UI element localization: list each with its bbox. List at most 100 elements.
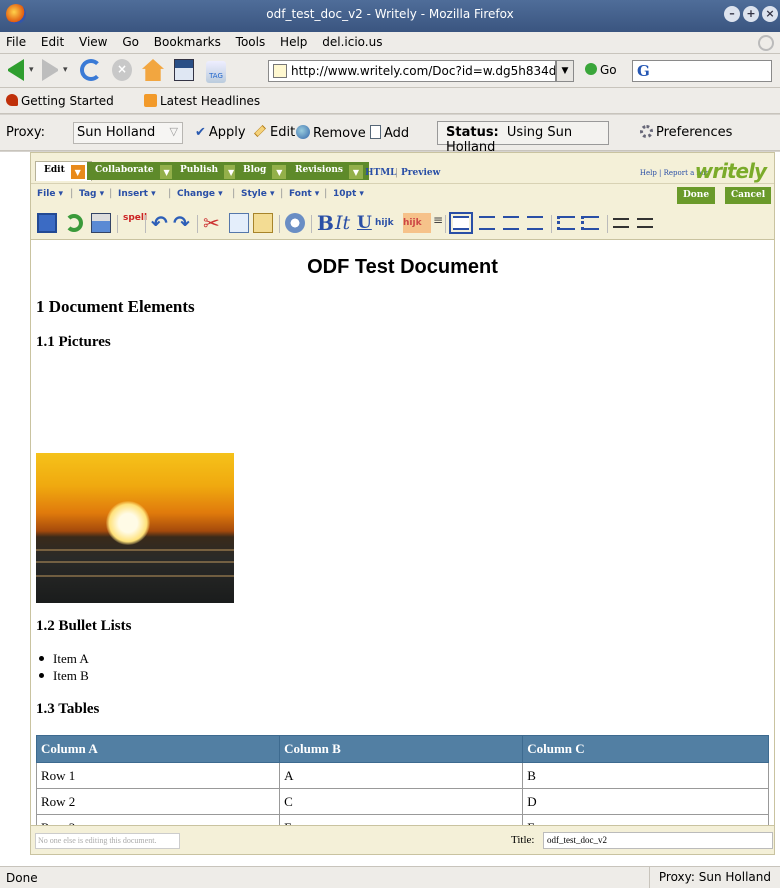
tab-label: Edit: [44, 165, 65, 175]
tab-blog[interactable]: Blog ▼: [235, 162, 293, 180]
bullet-list-icon[interactable]: [581, 216, 599, 230]
search-input[interactable]: G: [632, 60, 772, 82]
menu-file[interactable]: File ▾: [37, 189, 63, 199]
done-button[interactable]: Done: [677, 187, 716, 204]
bullet-list: Item A Item B: [39, 650, 89, 684]
bold-icon[interactable]: B: [317, 213, 337, 233]
bookmark-icon: [6, 94, 18, 106]
writely-footer: No one else is editing this document. Ti…: [30, 825, 775, 855]
italic-icon[interactable]: It: [335, 213, 355, 233]
heading-tables: 1.3 Tables: [36, 701, 100, 717]
table-header: Column B: [279, 735, 524, 763]
menu-delicious[interactable]: del.icio.us: [316, 32, 387, 49]
back-dropdown-icon[interactable]: ▾: [29, 65, 34, 87]
bookmark-latest-headlines[interactable]: Latest Headlines: [144, 94, 260, 108]
align-left-icon[interactable]: [449, 212, 473, 234]
align-right-icon[interactable]: [503, 216, 519, 230]
apply-button[interactable]: ✔ Apply: [195, 125, 246, 140]
highlight-color-icon[interactable]: hijk: [403, 213, 431, 233]
refresh-icon[interactable]: [65, 214, 83, 232]
tab-publish[interactable]: Publish ▼: [172, 162, 245, 180]
help-link[interactable]: Help: [640, 169, 657, 177]
status-label: Status:: [446, 125, 499, 140]
proxy-status[interactable]: Proxy: Sun Holland: [648, 867, 780, 888]
redo-icon[interactable]: ↷: [173, 213, 193, 233]
add-label: Add: [384, 126, 410, 141]
tab-revisions[interactable]: Revisions ▼: [287, 162, 369, 180]
toolbar-separator: [311, 215, 312, 233]
table-row: Row 2 C D: [35, 788, 769, 815]
menu-view[interactable]: View: [73, 32, 112, 49]
table-cell: Row 1: [35, 762, 281, 789]
bookmark-getting-started[interactable]: Getting Started: [6, 94, 114, 108]
gears-icon: [640, 125, 653, 138]
document-title-input[interactable]: odf_test_doc_v2: [543, 832, 773, 849]
url-input[interactable]: http://www.writely.com/Doc?id=w.dg5h834d…: [268, 60, 556, 82]
menu-file[interactable]: File: [0, 32, 31, 49]
menu-style[interactable]: Style ▾: [241, 189, 275, 199]
reload-icon[interactable]: [80, 59, 102, 81]
new-window-icon[interactable]: [174, 59, 194, 81]
menu-go[interactable]: Go: [116, 32, 144, 49]
url-dropdown-icon[interactable]: ▼: [556, 60, 574, 82]
forward-arrow-icon[interactable]: [42, 59, 58, 81]
back-arrow-icon[interactable]: [8, 59, 24, 81]
preview-link[interactable]: Preview: [401, 168, 440, 178]
copy-icon[interactable]: [229, 213, 249, 233]
menu-insert[interactable]: Insert ▾: [118, 189, 156, 199]
tag-button[interactable]: TAG: [206, 61, 226, 83]
status-text: Done: [6, 871, 38, 885]
menu-help[interactable]: Help: [274, 32, 312, 49]
underline-icon[interactable]: U: [357, 213, 377, 233]
document-editor[interactable]: ODF Test Document 1 Document Elements 1.…: [30, 240, 775, 841]
remove-button[interactable]: Remove: [296, 125, 366, 141]
maximize-icon[interactable]: +: [743, 6, 759, 22]
save-icon[interactable]: [37, 213, 57, 233]
heading-pictures: 1.1 Pictures: [36, 334, 111, 350]
menu-font-size[interactable]: 10pt ▾: [333, 189, 364, 199]
indent-icon[interactable]: [637, 218, 653, 228]
insert-link-icon[interactable]: [285, 213, 305, 233]
undo-icon[interactable]: ↶: [151, 213, 171, 233]
cut-icon[interactable]: ✂: [203, 213, 223, 233]
document-icon: [370, 125, 381, 139]
menu-edit[interactable]: Edit: [35, 32, 69, 49]
text-color-icon[interactable]: hijk: [375, 213, 403, 233]
print-icon[interactable]: [91, 213, 111, 233]
menubar: File Edit View Go Bookmarks Tools Help d…: [0, 32, 780, 54]
toolbar-separator: [145, 215, 146, 233]
bookmark-label: Getting Started: [21, 94, 114, 108]
home-icon[interactable]: [142, 59, 164, 81]
minimize-icon[interactable]: –: [724, 6, 740, 22]
color-dropdown-icon[interactable]: ≡: [433, 213, 453, 233]
cancel-button[interactable]: Cancel: [725, 187, 772, 204]
menu-tools[interactable]: Tools: [230, 32, 271, 49]
add-button[interactable]: Add: [370, 125, 409, 141]
tab-collaborate[interactable]: Collaborate ▼: [87, 162, 180, 180]
menu-change[interactable]: Change ▾: [177, 189, 223, 199]
menu-separator: |: [168, 188, 172, 199]
go-button[interactable]: Go: [585, 63, 617, 77]
align-center-icon[interactable]: [479, 216, 495, 230]
proxy-select[interactable]: Sun Holland ▽: [73, 122, 183, 144]
forward-dropdown-icon[interactable]: ▾: [63, 65, 68, 87]
stop-icon[interactable]: ×: [112, 59, 132, 81]
tab-edit[interactable]: Edit ▼: [35, 161, 92, 181]
menu-tag[interactable]: Tag ▾: [79, 189, 104, 199]
align-justify-icon[interactable]: [527, 216, 543, 230]
spellcheck-icon[interactable]: spell: [123, 213, 147, 233]
html-link[interactable]: HTML: [365, 168, 397, 178]
outdent-icon[interactable]: [613, 218, 629, 228]
editing-status-note: No one else is editing this document.: [35, 833, 180, 849]
menu-bookmarks[interactable]: Bookmarks: [148, 32, 226, 49]
preferences-button[interactable]: Preferences: [640, 125, 732, 140]
menu-separator: |: [70, 188, 74, 199]
menu-font[interactable]: Font ▾: [289, 189, 319, 199]
numbered-list-icon[interactable]: [557, 216, 575, 230]
toolbar-separator: [197, 215, 198, 233]
close-icon[interactable]: ×: [762, 6, 778, 22]
paste-icon[interactable]: [253, 213, 273, 233]
edit-button[interactable]: Edit: [254, 125, 295, 140]
tab-label: Publish: [180, 165, 219, 175]
writely-app: Edit ▼ Collaborate ▼ Publish ▼ Blog ▼ Revisi…: [0, 152, 780, 866]
